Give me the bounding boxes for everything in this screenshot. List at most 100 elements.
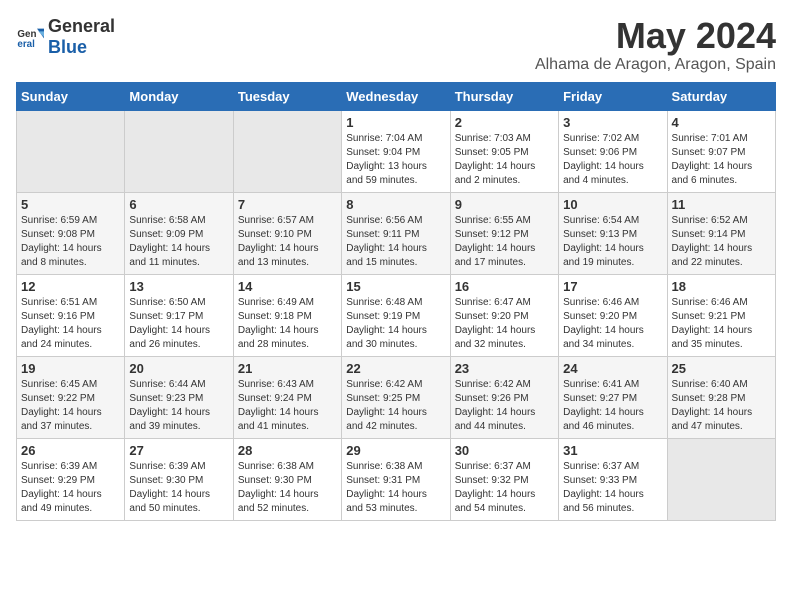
day-info: Sunrise: 6:54 AM Sunset: 9:13 PM Dayligh…: [563, 214, 662, 270]
day-number: 2: [455, 115, 554, 130]
weekday-header: Wednesday: [342, 82, 450, 110]
calendar-cell: 5Sunrise: 6:59 AM Sunset: 9:08 PM Daylig…: [17, 192, 125, 274]
day-info: Sunrise: 6:56 AM Sunset: 9:11 PM Dayligh…: [346, 214, 445, 270]
day-number: 12: [21, 279, 120, 294]
day-info: Sunrise: 6:37 AM Sunset: 9:33 PM Dayligh…: [563, 460, 662, 516]
day-info: Sunrise: 6:51 AM Sunset: 9:16 PM Dayligh…: [21, 296, 120, 352]
calendar-week-row: 26 Sunrise: 6:39 AM Sunset: 9:29 PM Dayli…: [17, 438, 776, 520]
page-header: Gen eral General Blue May 2024 Alhama de…: [16, 16, 776, 74]
weekday-header: Tuesday: [233, 82, 341, 110]
day-number: 10: [563, 197, 662, 212]
day-info: Sunrise: 6:37 AM Sunset: 9:32 PM Dayligh…: [455, 460, 554, 516]
day-number: 8: [346, 197, 445, 212]
day-number: 13: [129, 279, 228, 294]
calendar-cell: 10 Sunrise: 6:54 AM Sunset: 9:13 PM Dayli…: [559, 192, 667, 274]
day-number: 16: [455, 279, 554, 294]
calendar-cell: 30 Sunrise: 6:37 AM Sunset: 9:32 PM Dayli…: [450, 438, 558, 520]
day-number: 27: [129, 443, 228, 458]
day-number: 30: [455, 443, 554, 458]
weekday-header-row: SundayMondayTuesdayWednesdayThursdayFrid…: [17, 82, 776, 110]
logo-icon: Gen eral: [16, 23, 44, 51]
day-info: Sunrise: 6:38 AM Sunset: 9:30 PM Dayligh…: [238, 460, 337, 516]
day-number: 31: [563, 443, 662, 458]
calendar-cell: 21 Sunrise: 6:43 AM Sunset: 9:24 PM Dayli…: [233, 356, 341, 438]
calendar-cell: 24Sunrise: 6:41 AM Sunset: 9:27 PM Dayli…: [559, 356, 667, 438]
calendar-cell: 25 Sunrise: 6:40 AM Sunset: 9:28 PM Dayli…: [667, 356, 775, 438]
day-info: Sunrise: 6:46 AM Sunset: 9:20 PM Dayligh…: [563, 296, 662, 352]
day-number: 21: [238, 361, 337, 376]
calendar-cell: 3Sunrise: 7:02 AM Sunset: 9:06 PM Daylig…: [559, 110, 667, 192]
calendar-cell: 12 Sunrise: 6:51 AM Sunset: 9:16 PM Dayli…: [17, 274, 125, 356]
day-number: 19: [21, 361, 120, 376]
day-number: 25: [672, 361, 771, 376]
calendar-cell: 7Sunrise: 6:57 AM Sunset: 9:10 PM Daylig…: [233, 192, 341, 274]
calendar-cell: 28 Sunrise: 6:38 AM Sunset: 9:30 PM Dayli…: [233, 438, 341, 520]
calendar-cell: 17 Sunrise: 6:46 AM Sunset: 9:20 PM Dayli…: [559, 274, 667, 356]
calendar-cell: 26 Sunrise: 6:39 AM Sunset: 9:29 PM Dayli…: [17, 438, 125, 520]
calendar-table: SundayMondayTuesdayWednesdayThursdayFrid…: [16, 82, 776, 521]
calendar-cell: 29 Sunrise: 6:38 AM Sunset: 9:31 PM Dayli…: [342, 438, 450, 520]
day-number: 24: [563, 361, 662, 376]
calendar-cell: [125, 110, 233, 192]
calendar-cell: 2 Sunrise: 7:03 AM Sunset: 9:05 PM Daylig…: [450, 110, 558, 192]
day-number: 11: [672, 197, 771, 212]
day-info: Sunrise: 7:04 AM Sunset: 9:04 PM Dayligh…: [346, 132, 445, 188]
month-title: May 2024: [535, 16, 776, 56]
calendar-cell: 9 Sunrise: 6:55 AM Sunset: 9:12 PM Daylig…: [450, 192, 558, 274]
day-info: Sunrise: 6:39 AM Sunset: 9:29 PM Dayligh…: [21, 460, 120, 516]
calendar-cell: 11 Sunrise: 6:52 AM Sunset: 9:14 PM Dayli…: [667, 192, 775, 274]
day-info: Sunrise: 6:49 AM Sunset: 9:18 PM Dayligh…: [238, 296, 337, 352]
calendar-cell: 19 Sunrise: 6:45 AM Sunset: 9:22 PM Dayli…: [17, 356, 125, 438]
day-info: Sunrise: 7:02 AM Sunset: 9:06 PM Dayligh…: [563, 132, 662, 188]
day-info: Sunrise: 6:48 AM Sunset: 9:19 PM Dayligh…: [346, 296, 445, 352]
day-info: Sunrise: 6:55 AM Sunset: 9:12 PM Dayligh…: [455, 214, 554, 270]
day-info: Sunrise: 6:45 AM Sunset: 9:22 PM Dayligh…: [21, 378, 120, 434]
day-number: 26: [21, 443, 120, 458]
calendar-cell: 1 Sunrise: 7:04 AM Sunset: 9:04 PM Daylig…: [342, 110, 450, 192]
day-info: Sunrise: 7:03 AM Sunset: 9:05 PM Dayligh…: [455, 132, 554, 188]
title-area: May 2024 Alhama de Aragon, Aragon, Spain: [535, 16, 776, 74]
day-info: Sunrise: 7:01 AM Sunset: 9:07 PM Dayligh…: [672, 132, 771, 188]
calendar-week-row: 1 Sunrise: 7:04 AM Sunset: 9:04 PM Daylig…: [17, 110, 776, 192]
day-number: 1: [346, 115, 445, 130]
day-number: 9: [455, 197, 554, 212]
day-number: 6: [129, 197, 228, 212]
calendar-cell: 6Sunrise: 6:58 AM Sunset: 9:09 PM Daylig…: [125, 192, 233, 274]
day-info: Sunrise: 6:47 AM Sunset: 9:20 PM Dayligh…: [455, 296, 554, 352]
calendar-cell: [233, 110, 341, 192]
day-number: 20: [129, 361, 228, 376]
day-info: Sunrise: 6:42 AM Sunset: 9:26 PM Dayligh…: [455, 378, 554, 434]
day-info: Sunrise: 6:52 AM Sunset: 9:14 PM Dayligh…: [672, 214, 771, 270]
day-number: 18: [672, 279, 771, 294]
day-number: 28: [238, 443, 337, 458]
day-info: Sunrise: 6:57 AM Sunset: 9:10 PM Dayligh…: [238, 214, 337, 270]
svg-text:eral: eral: [17, 39, 35, 50]
logo: Gen eral General Blue: [16, 16, 115, 58]
calendar-week-row: 19 Sunrise: 6:45 AM Sunset: 9:22 PM Dayli…: [17, 356, 776, 438]
calendar-cell: 13Sunrise: 6:50 AM Sunset: 9:17 PM Dayli…: [125, 274, 233, 356]
location-title: Alhama de Aragon, Aragon, Spain: [535, 56, 776, 74]
day-number: 14: [238, 279, 337, 294]
weekday-header: Saturday: [667, 82, 775, 110]
day-number: 17: [563, 279, 662, 294]
day-info: Sunrise: 6:44 AM Sunset: 9:23 PM Dayligh…: [129, 378, 228, 434]
day-number: 4: [672, 115, 771, 130]
day-number: 15: [346, 279, 445, 294]
weekday-header: Monday: [125, 82, 233, 110]
day-info: Sunrise: 6:43 AM Sunset: 9:24 PM Dayligh…: [238, 378, 337, 434]
calendar-cell: 14 Sunrise: 6:49 AM Sunset: 9:18 PM Dayli…: [233, 274, 341, 356]
day-number: 22: [346, 361, 445, 376]
calendar-week-row: 5Sunrise: 6:59 AM Sunset: 9:08 PM Daylig…: [17, 192, 776, 274]
calendar-cell: 18Sunrise: 6:46 AM Sunset: 9:21 PM Dayli…: [667, 274, 775, 356]
day-info: Sunrise: 6:40 AM Sunset: 9:28 PM Dayligh…: [672, 378, 771, 434]
calendar-cell: 4 Sunrise: 7:01 AM Sunset: 9:07 PM Daylig…: [667, 110, 775, 192]
day-number: 5: [21, 197, 120, 212]
day-number: 23: [455, 361, 554, 376]
logo-general: General: [48, 16, 115, 36]
day-info: Sunrise: 6:42 AM Sunset: 9:25 PM Dayligh…: [346, 378, 445, 434]
calendar-cell: 23 Sunrise: 6:42 AM Sunset: 9:26 PM Dayli…: [450, 356, 558, 438]
day-info: Sunrise: 6:38 AM Sunset: 9:31 PM Dayligh…: [346, 460, 445, 516]
logo-blue: Blue: [48, 37, 87, 57]
weekday-header: Sunday: [17, 82, 125, 110]
day-number: 29: [346, 443, 445, 458]
